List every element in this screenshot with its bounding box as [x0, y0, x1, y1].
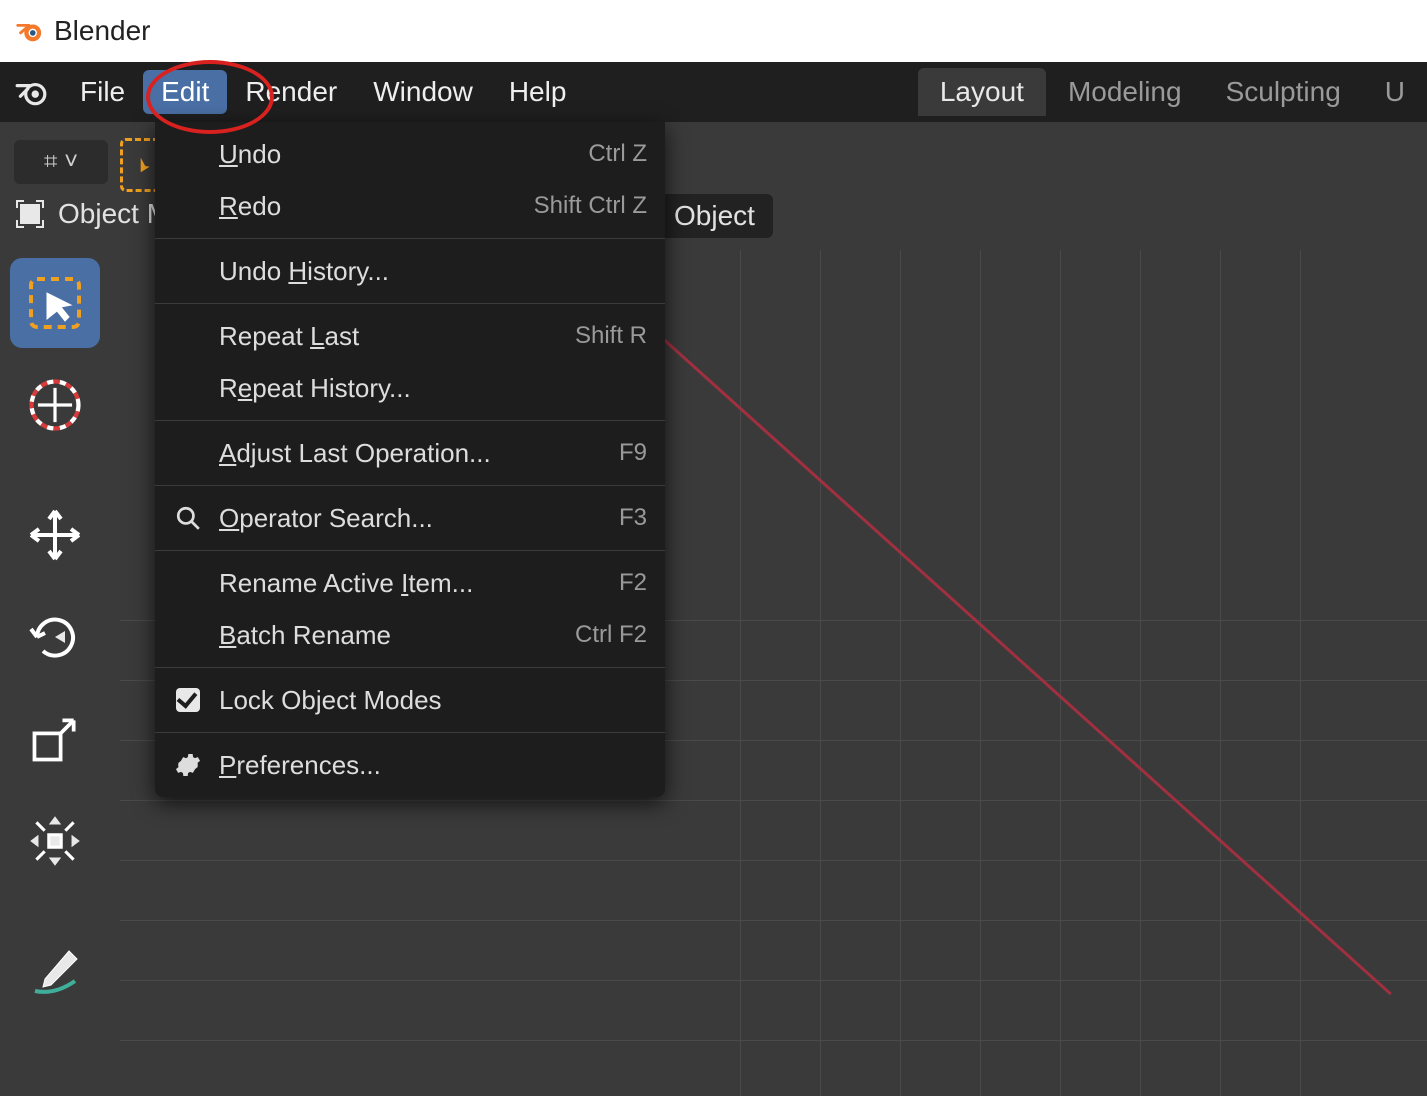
tool-rotate[interactable] — [10, 592, 100, 682]
app-title: Blender — [54, 15, 151, 47]
grid-line — [120, 980, 1427, 981]
menu-operator-search-label: Operator Search... — [219, 503, 433, 534]
menu-rename-active-item[interactable]: Rename Active Item... F2 — [155, 557, 665, 609]
grid-line — [740, 250, 741, 1096]
grid-line — [1140, 250, 1141, 1096]
os-titlebar: Blender — [0, 0, 1427, 62]
menu-repeat-last-label: Repeat Last — [219, 321, 359, 352]
menu-edit[interactable]: Edit — [143, 70, 227, 114]
menu-render[interactable]: Render — [227, 70, 355, 114]
menu-repeat-history-label: Repeat History... — [219, 373, 411, 404]
search-icon — [173, 503, 203, 533]
tool-transform[interactable] — [10, 796, 100, 886]
edit-menu-dropdown: Undo Ctrl Z Redo Shift Ctrl Z Undo Histo… — [155, 122, 665, 797]
snap-dropdown[interactable]: ⌗ ˅ — [14, 140, 108, 184]
menu-undo-label: Undo — [219, 139, 281, 170]
grid-line — [120, 1040, 1427, 1041]
menu-preferences-label: Preferences... — [219, 750, 381, 781]
object-mode-icon — [10, 194, 50, 234]
tool-annotate[interactable] — [10, 926, 100, 1016]
menu-separator — [155, 667, 665, 668]
menu-adjust-last-label: Adjust Last Operation... — [219, 438, 491, 469]
gear-icon — [173, 750, 203, 780]
app-window: File Edit Render Window Help Layout Mode… — [0, 62, 1427, 1096]
menu-adjust-last-shortcut: F9 — [619, 439, 647, 467]
menu-undo-history-label: Undo History... — [219, 256, 389, 287]
tool-scale[interactable] — [10, 694, 100, 784]
menu-separator — [155, 485, 665, 486]
menubar: File Edit Render Window Help Layout Mode… — [0, 62, 1427, 122]
menu-redo-label: Redo — [219, 191, 281, 222]
blender-logo-icon — [14, 16, 44, 46]
grid-line — [1060, 250, 1061, 1096]
menu-help[interactable]: Help — [491, 70, 585, 114]
tool-cursor[interactable] — [10, 360, 100, 450]
grid-line — [120, 860, 1427, 861]
header-object[interactable]: Object — [656, 194, 773, 238]
blender-icon[interactable] — [14, 75, 48, 109]
grid-line — [1300, 250, 1301, 1096]
tab-uv[interactable]: U — [1363, 68, 1427, 116]
menu-undo-history[interactable]: Undo History... — [155, 245, 665, 297]
grid-line — [980, 250, 981, 1096]
menu-redo[interactable]: Redo Shift Ctrl Z — [155, 180, 665, 232]
menu-adjust-last-operation[interactable]: Adjust Last Operation... F9 — [155, 427, 665, 479]
tab-layout[interactable]: Layout — [918, 68, 1046, 116]
menu-undo[interactable]: Undo Ctrl Z — [155, 128, 665, 180]
grid-line — [120, 920, 1427, 921]
tab-modeling[interactable]: Modeling — [1046, 68, 1204, 116]
checkbox-checked-icon — [173, 685, 203, 715]
menu-redo-shortcut: Shift Ctrl Z — [534, 192, 647, 220]
menu-separator — [155, 550, 665, 551]
menu-rename-active-shortcut: F2 — [619, 569, 647, 597]
menu-file[interactable]: File — [62, 70, 143, 114]
menu-repeat-history[interactable]: Repeat History... — [155, 362, 665, 414]
menu-lock-object-modes[interactable]: Lock Object Modes — [155, 674, 665, 726]
grid-line — [820, 250, 821, 1096]
menu-batch-rename[interactable]: Batch Rename Ctrl F2 — [155, 609, 665, 661]
menu-operator-search-shortcut: F3 — [619, 504, 647, 532]
menu-rename-active-label: Rename Active Item... — [219, 568, 473, 599]
snap-label: ⌗ ˅ — [44, 148, 78, 176]
grid-line — [120, 800, 1427, 801]
menu-separator — [155, 732, 665, 733]
menu-batch-rename-label: Batch Rename — [219, 620, 391, 651]
menu-preferences[interactable]: Preferences... — [155, 739, 665, 791]
workspace-tabs: Layout Modeling Sculpting U — [918, 62, 1427, 122]
tool-shelf — [10, 258, 110, 1016]
tab-sculpting[interactable]: Sculpting — [1204, 68, 1363, 116]
menu-separator — [155, 238, 665, 239]
grid-line — [900, 250, 901, 1096]
menu-separator — [155, 303, 665, 304]
menu-batch-rename-shortcut: Ctrl F2 — [575, 621, 647, 649]
menu-undo-shortcut: Ctrl Z — [588, 140, 647, 168]
tool-select-box[interactable] — [10, 258, 100, 348]
menu-operator-search[interactable]: Operator Search... F3 — [155, 492, 665, 544]
menu-repeat-last-shortcut: Shift R — [575, 322, 647, 350]
grid-line — [1220, 250, 1221, 1096]
menu-repeat-last[interactable]: Repeat Last Shift R — [155, 310, 665, 362]
tool-move[interactable] — [10, 490, 100, 580]
menu-separator — [155, 420, 665, 421]
menu-window[interactable]: Window — [355, 70, 491, 114]
menu-lock-object-modes-label: Lock Object Modes — [219, 685, 442, 716]
